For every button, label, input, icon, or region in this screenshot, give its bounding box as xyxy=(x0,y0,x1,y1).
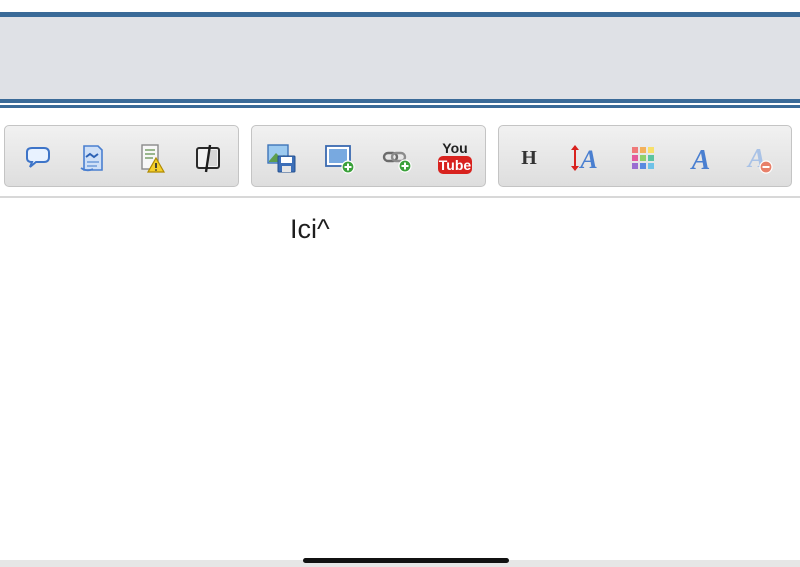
speech-bubble-icon xyxy=(26,147,50,168)
link-add-icon xyxy=(382,151,412,173)
quote-button[interactable] xyxy=(17,140,57,176)
toolbar-group-format: H A A A xyxy=(498,125,792,187)
font-size-button[interactable]: A xyxy=(565,140,605,176)
toolbar-group-media: You Tube xyxy=(251,125,486,187)
insert-link-button[interactable] xyxy=(378,140,418,176)
editor-toolbar: You Tube H A A A xyxy=(0,108,800,198)
upload-image-button[interactable] xyxy=(262,140,302,176)
code-button[interactable] xyxy=(72,140,112,176)
youtube-tube-text: Tube xyxy=(439,157,472,173)
header-band xyxy=(0,17,800,99)
editor-content: Ici^ xyxy=(290,214,330,244)
editor-area[interactable]: Ici^ xyxy=(0,198,800,560)
youtube-button[interactable]: You Tube xyxy=(435,140,475,176)
font-size-letter: A xyxy=(578,145,597,174)
spoiler-icon xyxy=(196,144,220,173)
font-size-icon: A xyxy=(571,145,598,174)
youtube-you-text: You xyxy=(442,140,467,156)
spoiler-button[interactable] xyxy=(188,140,228,176)
home-indicator[interactable] xyxy=(303,558,509,563)
warning-button[interactable] xyxy=(131,140,171,176)
font-style-letter: A xyxy=(690,145,711,174)
color-palette-icon xyxy=(632,147,654,169)
heading-icon: H xyxy=(521,146,537,169)
remove-format-icon: A xyxy=(746,143,773,174)
toolbar-group-quote xyxy=(4,125,239,187)
remove-format-button[interactable]: A xyxy=(739,140,779,176)
youtube-icon: You Tube xyxy=(438,140,472,174)
insert-image-button[interactable] xyxy=(320,140,360,176)
font-style-icon: A xyxy=(690,145,711,174)
font-style-button[interactable]: A xyxy=(681,140,721,176)
page: You Tube H A A A Ici^ xyxy=(0,0,800,567)
top-spacer xyxy=(0,0,800,12)
document-edit-icon xyxy=(80,145,103,172)
image-add-icon xyxy=(325,145,355,174)
warning-document-icon xyxy=(141,144,166,173)
heading-button[interactable]: H xyxy=(509,140,549,176)
color-button[interactable] xyxy=(623,140,663,176)
image-save-icon xyxy=(267,144,296,173)
